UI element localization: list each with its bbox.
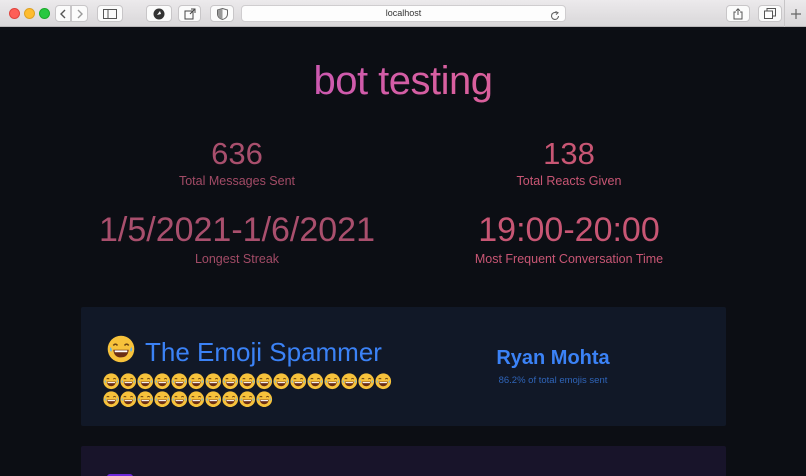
back-button[interactable] xyxy=(55,5,71,22)
tabs-overview-button[interactable] xyxy=(758,5,782,22)
laughing-emoji-icon xyxy=(103,390,120,412)
chevron-left-icon xyxy=(60,9,66,18)
next-card xyxy=(81,446,726,476)
laughing-emoji-icon xyxy=(307,373,324,395)
laughing-emoji-icon xyxy=(239,390,256,412)
forward-button[interactable] xyxy=(71,5,88,22)
browser-toolbar: localhost xyxy=(0,0,806,27)
stat-value: 138 xyxy=(543,136,595,171)
winner-block: Ryan Mohta 86.2% of total emojis sent xyxy=(494,347,612,386)
laughing-emoji-icon xyxy=(107,335,135,370)
laughing-emoji-icon xyxy=(375,373,392,395)
laughing-emoji-icon xyxy=(171,390,188,412)
laughing-emoji-icon xyxy=(137,390,154,412)
sidebar-button[interactable] xyxy=(97,5,123,22)
reload-icon[interactable] xyxy=(550,8,560,26)
winner-name: Ryan Mohta xyxy=(496,347,610,369)
address-bar[interactable]: localhost xyxy=(241,5,566,22)
laughing-emoji-icon xyxy=(256,390,273,412)
plus-icon xyxy=(790,8,801,19)
stat-value: 1/5/2021-1/6/2021 xyxy=(98,211,376,249)
stat-label: Longest Streak xyxy=(194,252,280,266)
page-content: bot testing 636 Total Messages Sent 138 … xyxy=(0,27,806,476)
history-button[interactable] xyxy=(146,5,172,22)
laughing-emoji-icon xyxy=(358,373,375,395)
stat-frequent-time: 19:00-20:00 Most Frequent Conversation T… xyxy=(444,213,694,266)
tabs-icon xyxy=(764,8,776,19)
stat-total-messages: 636 Total Messages Sent xyxy=(137,138,337,188)
stat-longest-streak: 1/5/2021-1/6/2021 Longest Streak xyxy=(87,213,387,266)
laughing-emoji-icon xyxy=(154,390,171,412)
laughing-emoji-icon xyxy=(324,373,341,395)
page-title: bot testing xyxy=(0,59,806,104)
winner-detail: 86.2% of total emojis sent xyxy=(498,375,608,386)
clock-icon xyxy=(153,8,165,19)
share-extension-button[interactable] xyxy=(178,5,201,22)
external-link-icon xyxy=(184,8,195,19)
laughing-emoji-icon xyxy=(205,390,222,412)
share-button[interactable] xyxy=(726,5,750,22)
laughing-emoji-icon xyxy=(341,373,358,395)
stat-label: Total Reacts Given xyxy=(516,174,622,188)
emoji-spammer-card: The Emoji Spammer Ryan Mohta 86.2% of to… xyxy=(81,307,726,426)
close-window-button[interactable] xyxy=(9,8,20,19)
share-icon xyxy=(733,7,743,19)
stat-value: 636 xyxy=(211,136,263,171)
privacy-button[interactable] xyxy=(210,5,234,22)
stat-value: 19:00-20:00 xyxy=(478,211,660,249)
emoji-list xyxy=(103,373,403,408)
laughing-emoji-icon xyxy=(273,373,290,395)
minimize-window-button[interactable] xyxy=(24,8,35,19)
laughing-emoji-icon xyxy=(222,390,239,412)
stat-label: Total Messages Sent xyxy=(178,174,296,188)
shield-icon xyxy=(216,7,228,20)
card-title-text: The Emoji Spammer xyxy=(145,337,382,367)
sidebar-icon xyxy=(103,8,117,19)
stat-total-reacts: 138 Total Reacts Given xyxy=(469,138,669,188)
chevron-right-icon xyxy=(77,9,83,18)
new-tab-button[interactable] xyxy=(784,0,806,27)
zoom-window-button[interactable] xyxy=(39,8,50,19)
laughing-emoji-icon xyxy=(188,390,205,412)
stat-label: Most Frequent Conversation Time xyxy=(474,252,664,266)
laughing-emoji-icon xyxy=(120,390,137,412)
card-title: The Emoji Spammer xyxy=(107,335,382,370)
address-text: localhost xyxy=(385,8,422,18)
laughing-emoji-icon xyxy=(290,373,307,395)
